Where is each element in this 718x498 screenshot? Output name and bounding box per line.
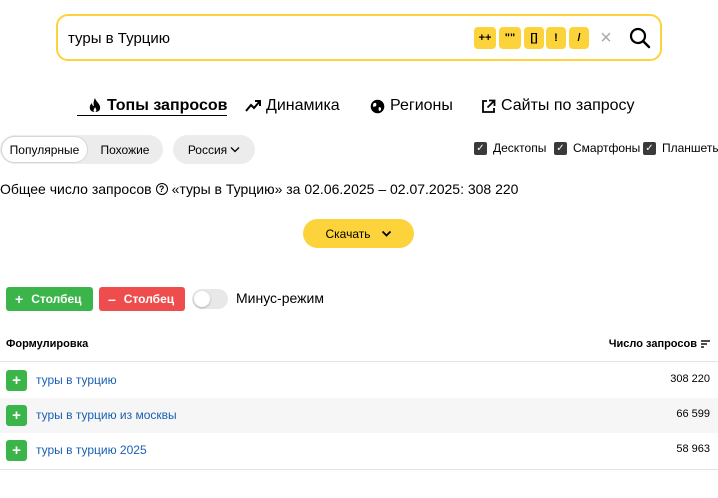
add-phrase-button[interactable]: + (6, 440, 27, 461)
operator-exclamation-button[interactable]: ! (546, 27, 566, 49)
checkbox-checked-icon: ✓ (643, 141, 656, 155)
region-select[interactable]: Россия (173, 135, 255, 164)
search-bar: ++ "" [] ! / × (56, 14, 662, 61)
count-column-header-label: Число запросов (608, 338, 697, 350)
smartphone-checkbox[interactable]: ✓ Смартфоны (554, 141, 640, 155)
search-input[interactable] (68, 25, 458, 51)
clear-icon[interactable]: × (596, 26, 616, 50)
minus-mode-toggle[interactable] (192, 289, 228, 309)
search-icon (629, 27, 651, 49)
table-row: + туры в турцию 2025 58 963 (0, 433, 718, 468)
minus-mode-label: Минус-режим (236, 290, 324, 306)
external-link-icon (482, 99, 496, 113)
query-count: 66 599 (676, 408, 710, 420)
sort-icon (701, 340, 710, 348)
mode-switch: Популярные Похожие (0, 135, 163, 164)
tablet-checkbox-label: Планшеты (662, 141, 718, 155)
tab-dynamics[interactable]: Динамика (245, 95, 340, 117)
phrase-column-header: Формулировка (6, 338, 89, 350)
remove-column-button[interactable]: – Столбец (99, 287, 185, 311)
operator-slash-button[interactable]: / (569, 27, 589, 49)
operator-brackets-button[interactable]: [] (524, 27, 544, 49)
download-button[interactable]: Скачать (303, 219, 414, 248)
tab-top-queries[interactable]: Топы запросов (88, 95, 227, 117)
query-count: 58 963 (676, 443, 710, 455)
query-count: 308 220 (670, 373, 710, 385)
add-column-label: Столбец (31, 292, 82, 306)
count-column-header[interactable]: Число запросов (609, 338, 710, 350)
active-tab-underline (77, 115, 227, 116)
similar-toggle[interactable]: Похожие (88, 136, 162, 163)
add-phrase-button[interactable]: + (6, 405, 27, 426)
download-button-label: Скачать (325, 226, 371, 241)
smartphone-checkbox-label: Смартфоны (573, 141, 641, 155)
trend-icon (245, 100, 261, 112)
tab-sites-label: Сайты по запросу (501, 97, 635, 114)
summary-prefix: Общее число запросов (0, 181, 152, 197)
chevron-down-icon (381, 230, 391, 237)
tab-dynamics-label: Динамика (266, 97, 340, 114)
summary-suffix: «туры в Турцию» за 02.06.2025 – 02.07.20… (171, 181, 519, 197)
add-phrase-button[interactable]: + (6, 370, 27, 391)
checkbox-checked-icon: ✓ (554, 141, 567, 155)
operator-plus-button[interactable]: ++ (474, 27, 496, 49)
table-bottom-divider (0, 469, 718, 470)
popular-toggle[interactable]: Популярные (1, 136, 88, 163)
region-select-label: Россия (187, 142, 228, 157)
tab-regions[interactable]: Регионы (370, 95, 453, 117)
help-icon[interactable]: ? (155, 183, 168, 195)
tab-sites[interactable]: Сайты по запросу (481, 95, 635, 117)
search-button[interactable] (628, 25, 652, 51)
toggle-knob (194, 291, 210, 307)
tab-regions-label: Регионы (390, 97, 453, 114)
total-queries-summary: Общее число запросов ? «туры в Турцию» з… (0, 181, 518, 197)
tab-top-queries-label: Топы запросов (107, 97, 228, 114)
phrase-link[interactable]: туры в турцию 2025 (36, 443, 147, 457)
table-header-divider (0, 361, 718, 362)
table-row: + туры в турцию из москвы 66 599 (0, 398, 718, 433)
minus-icon: – (108, 291, 116, 307)
phrase-link[interactable]: туры в турцию (36, 373, 117, 387)
table-row: + туры в турцию 308 220 (0, 363, 718, 398)
phrase-link[interactable]: туры в турцию из москвы (36, 408, 177, 422)
desktop-checkbox-label: Десктопы (493, 141, 547, 155)
plus-icon: + (15, 291, 24, 307)
operator-quotes-button[interactable]: "" (499, 27, 521, 49)
tablet-checkbox[interactable]: ✓ Планшеты (643, 141, 718, 155)
chevron-down-icon (230, 147, 240, 153)
fire-icon (89, 98, 101, 113)
remove-column-label: Столбец (123, 292, 175, 306)
desktop-checkbox[interactable]: ✓ Десктопы (474, 141, 546, 155)
checkbox-checked-icon: ✓ (474, 141, 487, 155)
add-column-button[interactable]: + Столбец (6, 287, 93, 311)
globe-icon (370, 99, 385, 113)
